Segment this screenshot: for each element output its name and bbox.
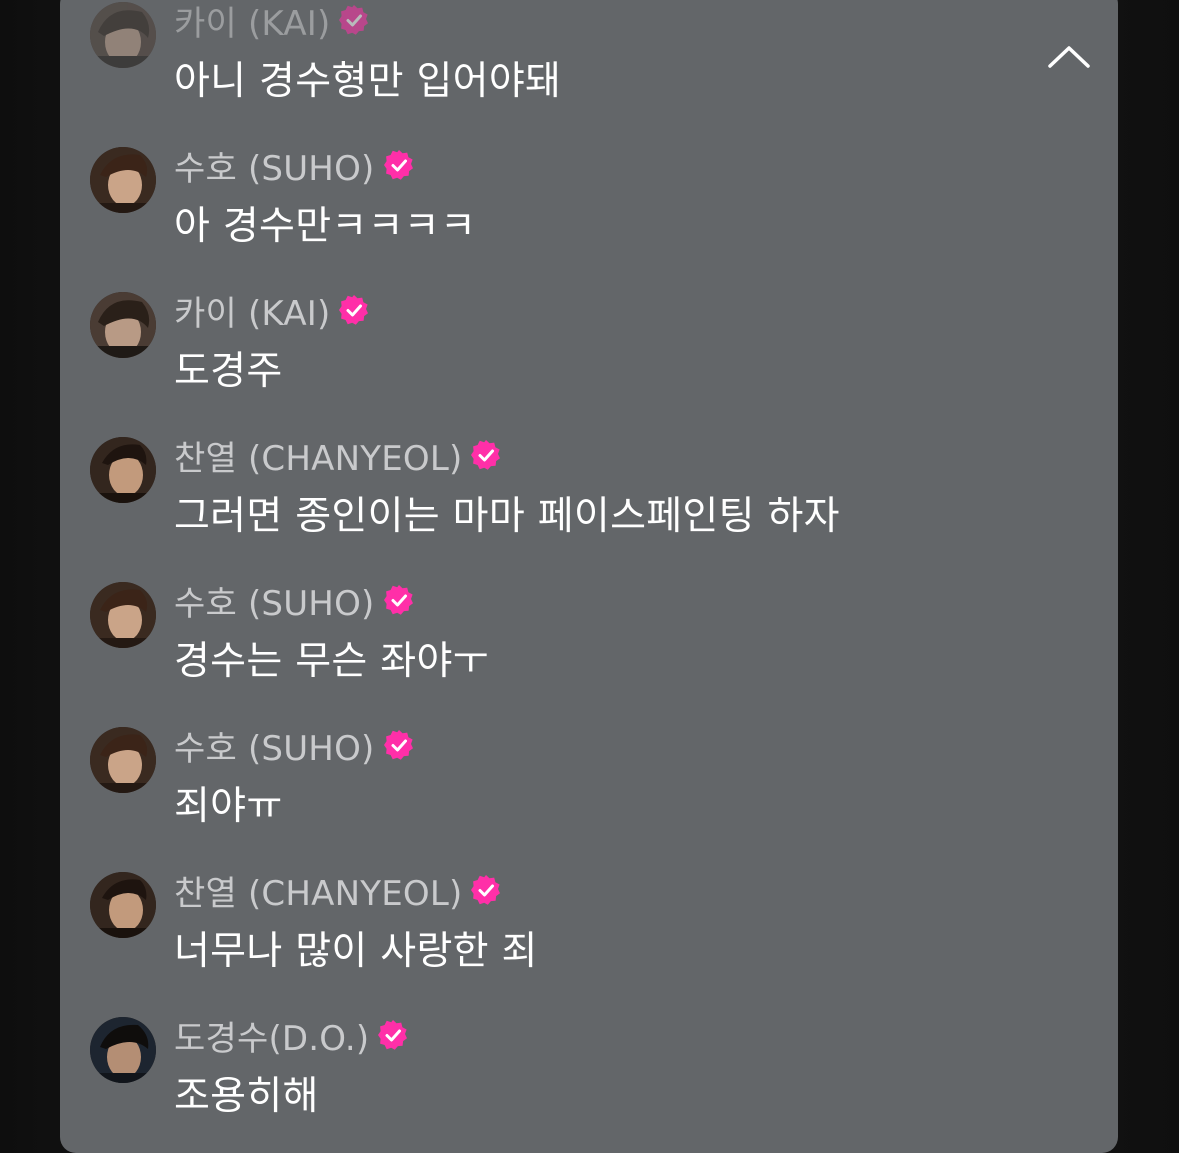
- avatar[interactable]: [90, 147, 156, 213]
- username[interactable]: 도경수(D.O.): [174, 1011, 369, 1060]
- username-row: 수호 (SUHO): [174, 145, 415, 189]
- message-text[interactable]: 너무나 많이 사랑한 죄: [174, 920, 538, 976]
- verified-icon: [470, 874, 502, 906]
- chat-message: 찬열 (CHANYEOL) 너무나 많이 사랑한 죄: [60, 870, 1118, 1000]
- avatar[interactable]: [90, 582, 156, 648]
- username-row: 찬열 (CHANYEOL): [174, 870, 502, 914]
- avatar[interactable]: [90, 2, 156, 68]
- chat-panel: 카이 (KAI) 아니 경수형만 입어야돼 수호 (SUHO) 아 경수만ㅋㅋㅋ…: [60, 0, 1118, 1153]
- username[interactable]: 수호 (SUHO): [174, 721, 375, 770]
- username-row: 찬열 (CHANYEOL): [174, 435, 502, 479]
- avatar[interactable]: [90, 437, 156, 503]
- avatar[interactable]: [90, 1017, 156, 1083]
- username-row: 수호 (SUHO): [174, 725, 415, 769]
- chat-message: 카이 (KAI) 도경주: [60, 290, 1118, 420]
- username[interactable]: 찬열 (CHANYEOL): [174, 866, 462, 915]
- message-text[interactable]: 도경주: [174, 340, 283, 396]
- avatar[interactable]: [90, 727, 156, 793]
- verified-icon: [383, 149, 415, 181]
- avatar[interactable]: [90, 872, 156, 938]
- username[interactable]: 카이 (KAI): [174, 286, 330, 335]
- message-text[interactable]: 아니 경수형만 입어야돼: [174, 50, 561, 106]
- verified-icon: [377, 1019, 409, 1051]
- verified-icon: [338, 4, 370, 36]
- username-row: 카이 (KAI): [174, 0, 370, 44]
- message-text[interactable]: 죄야ㅠ: [174, 775, 283, 831]
- verified-icon: [338, 294, 370, 326]
- username-row: 카이 (KAI): [174, 290, 370, 334]
- message-text[interactable]: 경수는 무슨 좌야ㅜ: [174, 630, 489, 686]
- username[interactable]: 찬열 (CHANYEOL): [174, 431, 462, 480]
- username[interactable]: 수호 (SUHO): [174, 141, 375, 190]
- avatar[interactable]: [90, 292, 156, 358]
- chat-message: 수호 (SUHO) 죄야ㅠ: [60, 725, 1118, 855]
- chat-message: 수호 (SUHO) 아 경수만ㅋㅋㅋㅋ: [60, 145, 1118, 275]
- verified-icon: [470, 439, 502, 471]
- message-text[interactable]: 그러면 종인이는 마마 페이스페인팅 하자: [174, 485, 840, 541]
- username-row: 수호 (SUHO): [174, 580, 415, 624]
- username[interactable]: 수호 (SUHO): [174, 576, 375, 625]
- verified-icon: [383, 584, 415, 616]
- chat-message: 수호 (SUHO) 경수는 무슨 좌야ㅜ: [60, 580, 1118, 710]
- message-text[interactable]: 조용히해: [174, 1065, 319, 1121]
- username[interactable]: 카이 (KAI): [174, 0, 330, 45]
- chat-message: 찬열 (CHANYEOL) 그러면 종인이는 마마 페이스페인팅 하자: [60, 435, 1118, 565]
- chat-message: 카이 (KAI) 아니 경수형만 입어야돼: [60, 0, 1118, 130]
- message-text[interactable]: 아 경수만ㅋㅋㅋㅋ: [174, 195, 476, 251]
- verified-icon: [383, 729, 415, 761]
- username-row: 도경수(D.O.): [174, 1015, 409, 1059]
- chat-message: 도경수(D.O.) 조용히해: [60, 1015, 1118, 1145]
